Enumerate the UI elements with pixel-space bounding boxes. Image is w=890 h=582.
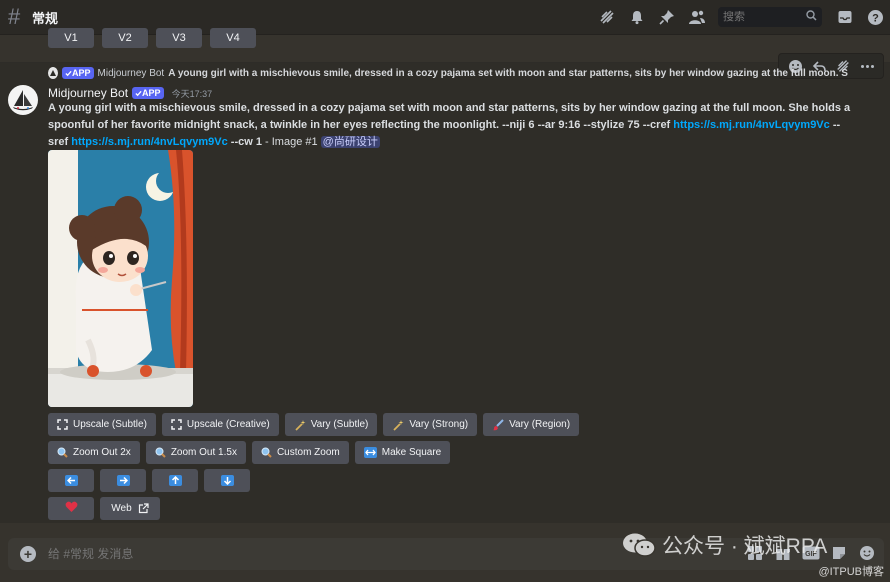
make-square-button[interactable]: Make Square [354, 441, 451, 464]
paintbrush-icon [492, 418, 504, 431]
pan-down-button[interactable] [204, 469, 250, 492]
timestamp: 今天17:37 [171, 88, 213, 99]
pan-up-button[interactable] [152, 469, 198, 492]
user-mention[interactable]: @尚研设计 [320, 136, 380, 148]
vary-strong-button[interactable]: Vary (Strong) [383, 413, 478, 436]
watermark: 公众号 · 斌斌RPA [622, 530, 827, 560]
magnifier-icon [57, 447, 68, 458]
message-header: Midjourney Bot APP 今天17:37 [48, 86, 212, 100]
upscale-creative-button[interactable]: Upscale (Creative) [161, 413, 279, 436]
left-right-arrow-icon [363, 447, 377, 458]
variation-button-row: V1 V2 V3 V4 [48, 28, 256, 48]
magic-wand-icon [294, 419, 306, 431]
reply-avatar [48, 67, 58, 79]
magnifier-icon [155, 447, 166, 458]
search-input[interactable] [723, 11, 799, 23]
cw-text: --cw 1 [227, 136, 262, 148]
help-icon[interactable]: ? [866, 8, 884, 26]
threads-icon[interactable] [598, 8, 616, 26]
zoom-out-1-5x-button[interactable]: Zoom Out 1.5x [145, 441, 246, 464]
message-input[interactable] [46, 546, 610, 562]
reply-reference[interactable]: APP Midjourney Bot A young girl with a m… [48, 67, 848, 79]
header-toolbar: ? [592, 0, 890, 34]
notification-bell-icon[interactable] [628, 8, 646, 26]
magic-wand-icon [392, 419, 404, 431]
image-label: - Image #1 [261, 136, 321, 148]
message-content: A young girl with a mischievous smile, d… [48, 100, 858, 151]
sticker-icon[interactable] [830, 544, 848, 562]
favorite-button[interactable] [48, 497, 94, 520]
arrow-down-icon [220, 475, 234, 486]
member-list-icon[interactable] [688, 8, 706, 26]
inbox-icon[interactable] [836, 8, 854, 26]
pan-right-button[interactable] [100, 469, 146, 492]
search-box[interactable] [718, 7, 822, 27]
expand-icon [171, 419, 182, 430]
watermark-text: 公众号 · 斌斌RPA [662, 535, 828, 558]
emoji-icon[interactable] [858, 544, 876, 562]
avatar[interactable] [8, 85, 38, 115]
external-link-icon [138, 503, 149, 514]
svg-text:?: ? [872, 12, 879, 24]
channel-name: 常规 [32, 10, 59, 26]
vary-region-button[interactable]: Vary (Region) [483, 413, 580, 436]
pin-icon[interactable] [658, 8, 676, 26]
v3-button[interactable]: V3 [156, 28, 202, 48]
expand-icon [57, 419, 68, 430]
add-attachment-icon[interactable]: + [20, 546, 36, 562]
app-badge: APP [132, 87, 164, 99]
search-icon [806, 10, 817, 24]
arrow-left-icon [64, 475, 78, 486]
action-row-zoom: Zoom Out 2x Zoom Out 1.5x Custom Zoom Ma… [48, 441, 451, 464]
watermark-sub: @ITPUB博客 [818, 566, 884, 578]
hash-icon: # [8, 4, 21, 29]
generated-image[interactable] [48, 150, 193, 407]
author-name[interactable]: Midjourney Bot [48, 86, 128, 100]
action-row-pan [48, 469, 250, 492]
web-link-button[interactable]: Web [100, 497, 160, 520]
wechat-logo-icon [622, 532, 656, 558]
reply-author[interactable]: Midjourney Bot [98, 68, 165, 79]
custom-zoom-button[interactable]: Custom Zoom [251, 441, 349, 464]
zoom-out-2x-button[interactable]: Zoom Out 2x [48, 441, 140, 464]
app-badge: APP [62, 67, 94, 79]
pan-left-button[interactable] [48, 469, 94, 492]
vary-subtle-button[interactable]: Vary (Subtle) [284, 413, 378, 436]
magnifier-icon [261, 447, 272, 458]
more-options-icon[interactable] [858, 57, 876, 75]
action-row-extra: Web [48, 497, 160, 520]
v2-button[interactable]: V2 [102, 28, 148, 48]
cref-link[interactable]: https://s.mj.run/4nvLqvym9Vc [673, 119, 829, 131]
upscale-subtle-button[interactable]: Upscale (Subtle) [48, 413, 156, 436]
heart-icon [65, 501, 78, 516]
v1-button[interactable]: V1 [48, 28, 94, 48]
arrow-right-icon [116, 475, 130, 486]
sref-link[interactable]: https://s.mj.run/4nvLqvym9Vc [71, 136, 227, 148]
reply-content[interactable]: A young girl with a mischievous smile, d… [168, 68, 848, 79]
arrow-up-icon [168, 475, 182, 486]
v4-button[interactable]: V4 [210, 28, 256, 48]
action-row-upscale-vary: Upscale (Subtle) Upscale (Creative) Vary… [48, 413, 580, 436]
